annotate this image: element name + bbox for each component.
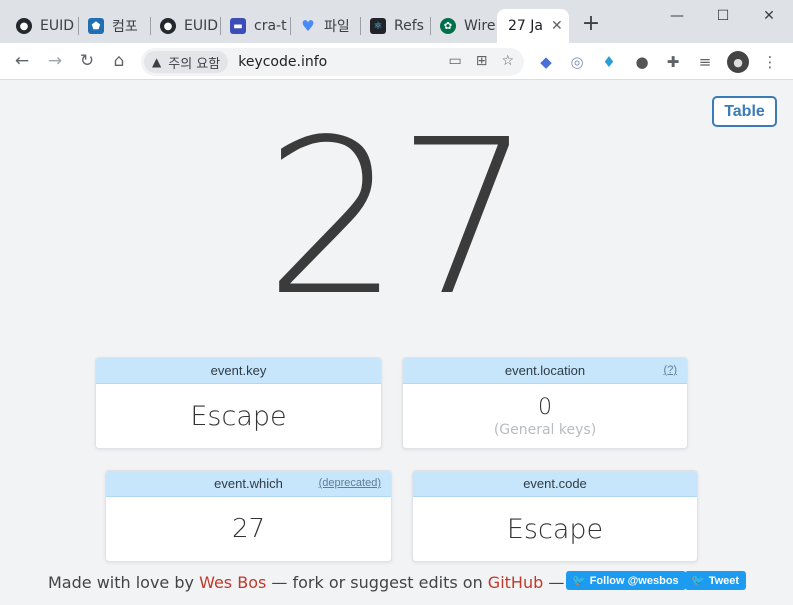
author-link[interactable]: Wes Bos bbox=[199, 573, 266, 592]
follow-button[interactable]: 🐦 Follow @wesbos bbox=[566, 571, 686, 590]
tab-title: 컴포 bbox=[112, 19, 138, 35]
tab-title: Refs bbox=[394, 18, 424, 34]
arrow-left-icon: ← bbox=[14, 51, 30, 71]
pentagon-icon: ⬟ bbox=[88, 18, 104, 34]
card-body: Escape bbox=[413, 497, 697, 561]
card-label: event.which bbox=[214, 476, 283, 491]
warning-icon: ▲ bbox=[152, 55, 162, 69]
media-queue-icon[interactable]: ≡ bbox=[695, 52, 715, 72]
card-label: event.location bbox=[504, 363, 586, 378]
app-icon: ▬ bbox=[230, 18, 246, 34]
footer-credits: Made with love by Wes Bos — fork or sugg… bbox=[48, 573, 564, 592]
github-icon: ● bbox=[160, 18, 176, 34]
event-which-value: 27 bbox=[231, 514, 266, 544]
tab-strip: ● EUID ⬟ 컴포 ● EUID ▬ cra-t ♥ 파일 ⚛ Refs ✿… bbox=[0, 0, 793, 43]
event-code-card: event.code Escape bbox=[412, 470, 698, 562]
location-help-link[interactable]: (?) bbox=[664, 364, 677, 376]
extension-o-icon[interactable]: ◎ bbox=[567, 52, 587, 72]
github-icon: ● bbox=[16, 18, 32, 34]
event-key-card: event.key Escape bbox=[95, 357, 382, 449]
arrow-right-icon: → bbox=[47, 51, 63, 71]
card-header: event.code bbox=[413, 471, 697, 497]
tab-6[interactable]: ⚛ Refs bbox=[360, 9, 430, 43]
deprecated-link[interactable]: (deprecated) bbox=[319, 477, 381, 489]
footer-text: Made with love by bbox=[48, 573, 200, 592]
cast-icon[interactable]: ▭ bbox=[448, 53, 461, 69]
card-header: event.location (?) bbox=[403, 358, 687, 384]
security-chip[interactable]: ▲ 주의 요함 bbox=[144, 51, 229, 73]
menu-kebab-icon[interactable]: ⋮ bbox=[760, 52, 780, 72]
card-body: Escape bbox=[96, 384, 381, 448]
card-body: 0 (General keys) bbox=[403, 384, 687, 448]
tab-active[interactable]: 27 Ja ✕ bbox=[497, 9, 569, 43]
tweet-button[interactable]: 🐦 Tweet bbox=[685, 571, 747, 590]
tab-2[interactable]: ⬟ 컴포 bbox=[78, 9, 148, 43]
reload-icon: ↻ bbox=[79, 51, 95, 71]
maximize-button[interactable]: ☐ bbox=[700, 0, 746, 32]
tab-5[interactable]: ♥ 파일 bbox=[290, 9, 360, 43]
starbucks-icon: ✿ bbox=[440, 18, 456, 34]
url-text[interactable]: keycode.info bbox=[238, 54, 327, 70]
event-location-card: event.location (?) 0 (General keys) bbox=[402, 357, 688, 449]
tab-title: 파일 bbox=[324, 19, 350, 35]
puzzle-icon[interactable]: ✚ bbox=[663, 52, 683, 72]
omnibox-actions: ▭ ⊞ ☆ bbox=[448, 53, 514, 69]
event-key-value: Escape bbox=[190, 400, 287, 432]
tab-3[interactable]: ● EUID bbox=[150, 9, 220, 43]
twitter-bird-icon: 🐦 bbox=[572, 575, 586, 587]
event-location-description: (General keys) bbox=[493, 421, 597, 438]
key-code-display: 27 bbox=[264, 94, 532, 343]
security-label: 주의 요함 bbox=[168, 56, 221, 72]
tab-title: Wire bbox=[464, 18, 496, 34]
droplet-icon[interactable]: ♦ bbox=[599, 52, 619, 72]
footer-text: — bbox=[543, 573, 565, 592]
back-button[interactable]: ← bbox=[10, 49, 34, 73]
star-icon[interactable]: ☆ bbox=[501, 53, 514, 69]
card-label: event.code bbox=[523, 476, 587, 491]
event-which-card: event.which (deprecated) 27 bbox=[105, 470, 392, 562]
tab-1[interactable]: ● EUID bbox=[6, 9, 74, 43]
owl-icon[interactable]: ● bbox=[632, 52, 652, 72]
tab-title: 27 Ja bbox=[508, 18, 543, 34]
translate-icon[interactable]: ⊞ bbox=[476, 53, 488, 69]
follow-label: Follow @wesbos bbox=[589, 574, 679, 587]
heart-icon: ♥ bbox=[301, 17, 315, 35]
close-tab-icon[interactable]: ✕ bbox=[551, 18, 563, 34]
reload-button[interactable]: ↻ bbox=[75, 49, 99, 73]
graduation-cap-icon[interactable]: ◆ bbox=[536, 52, 556, 72]
tweet-label: Tweet bbox=[708, 574, 740, 587]
card-header: event.key bbox=[96, 358, 381, 384]
twitter-bird-icon: 🐦 bbox=[691, 575, 705, 587]
event-location-value: 0 bbox=[538, 394, 552, 420]
footer-text: — fork or suggest edits on bbox=[266, 573, 488, 592]
tab-title: EUID bbox=[40, 18, 74, 34]
window-close-button[interactable]: ✕ bbox=[746, 0, 792, 32]
browser-toolbar: ← → ↻ ⌂ ▲ 주의 요함 keycode.info ▭ ⊞ ☆ ◆ ◎ ♦… bbox=[0, 43, 793, 80]
react-icon: ⚛ bbox=[370, 18, 386, 34]
address-bar[interactable]: ▲ 주의 요함 keycode.info ▭ ⊞ ☆ bbox=[141, 48, 524, 76]
minimize-button[interactable]: — bbox=[654, 0, 700, 32]
tab-title: EUID bbox=[184, 18, 219, 34]
home-button[interactable]: ⌂ bbox=[107, 49, 131, 73]
forward-button[interactable]: → bbox=[43, 49, 67, 73]
new-tab-button[interactable]: + bbox=[581, 13, 601, 36]
tab-4[interactable]: ▬ cra-t bbox=[220, 9, 290, 43]
tab-7[interactable]: ✿ Wire bbox=[430, 9, 496, 43]
card-header: event.which (deprecated) bbox=[106, 471, 391, 497]
avatar[interactable]: ● bbox=[727, 51, 749, 73]
card-body: 27 bbox=[106, 497, 391, 561]
github-link[interactable]: GitHub bbox=[488, 573, 543, 592]
card-label: event.key bbox=[210, 363, 267, 378]
event-code-value: Escape bbox=[506, 513, 604, 545]
tab-title: cra-t bbox=[254, 18, 287, 34]
home-icon: ⌂ bbox=[113, 51, 125, 71]
